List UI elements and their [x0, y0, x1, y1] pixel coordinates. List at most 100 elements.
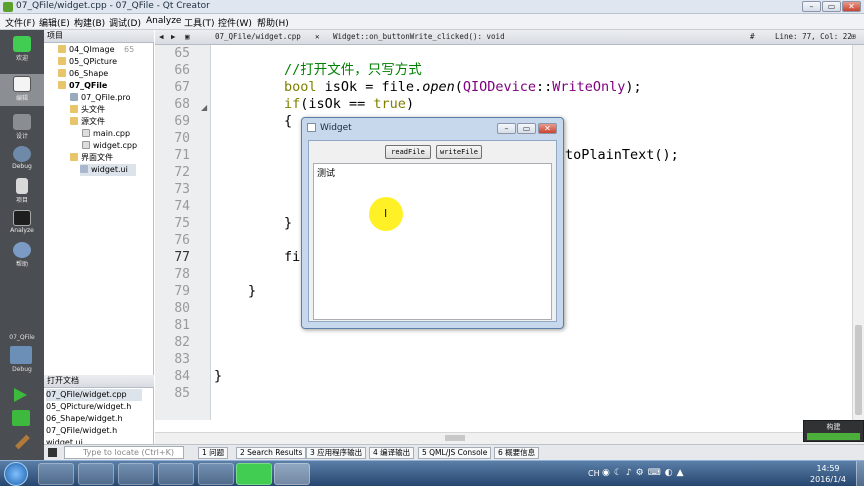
tree-item[interactable]: main.cpp [82, 128, 130, 140]
tree-item[interactable]: 07_QFile.pro [70, 92, 131, 104]
nav-forward-icon[interactable]: ▶ [171, 32, 176, 41]
file-icon: ▣ [185, 32, 190, 41]
open-document-item[interactable]: 05_QPicture/widget.h [46, 401, 131, 413]
nav-back-icon[interactable]: ◀ [159, 32, 164, 41]
fold-marker-icon[interactable]: ◢ [201, 103, 207, 112]
code-line: } [284, 215, 293, 231]
close-button[interactable]: ✕ [842, 1, 861, 12]
open-documents-title: 打开文档 [47, 376, 79, 385]
widget-app-window[interactable]: Widget – ▭ ✕ readFile writeFile 测试 [301, 117, 564, 329]
kit-selector-icon[interactable] [10, 346, 32, 364]
menu-build[interactable]: 构建(B) [74, 16, 105, 29]
mode-edit-label: 编辑 [15, 95, 28, 102]
mode-debug[interactable]: Debug [0, 144, 44, 176]
open-document-item[interactable]: 07_QFile/widget.h [46, 425, 117, 437]
symbol-combo[interactable]: Widget::on_buttonWrite_clicked(): void [333, 32, 505, 41]
kit-project-label: 07_QFile [9, 334, 35, 341]
taskbar-notepad-icon[interactable] [158, 463, 194, 485]
mode-welcome[interactable]: 欢迎 [0, 34, 44, 66]
tree-item[interactable]: widget.ui [80, 164, 136, 176]
line-number: 72 [174, 165, 190, 180]
text-edit[interactable]: 测试 [313, 163, 552, 320]
tree-item[interactable]: 05_QPicture [58, 56, 117, 68]
widget-close-button[interactable]: ✕ [538, 123, 557, 134]
run-icon[interactable] [14, 388, 27, 402]
minimize-button[interactable]: – [802, 1, 821, 12]
code-line: if(isOk == true) [284, 96, 415, 112]
output-tab-qml-console[interactable]: 5 QML/JS Console [418, 447, 492, 459]
window-titlebar[interactable]: 07_QFile/widget.cpp - 07_QFile - Qt Crea… [0, 0, 864, 14]
help-icon [13, 242, 31, 258]
output-tab-compile-output[interactable]: 4 编译输出 [369, 447, 415, 459]
menu-debug[interactable]: 调试(D) [109, 16, 141, 29]
project-panel-header: 项目 [44, 30, 154, 43]
mode-projects-label: 项目 [15, 197, 28, 204]
editor-horizontal-scrollbar[interactable] [155, 432, 864, 444]
locator-input[interactable]: Type to locate (Ctrl+K) [64, 446, 184, 459]
output-tab-app-output[interactable]: 3 应用程序输出 [306, 447, 367, 459]
tray-icons[interactable]: ◉☾♪⚙⌨◐▲ [602, 468, 722, 480]
scrollbar-thumb[interactable] [445, 435, 465, 441]
toggle-sidebar-icon[interactable] [48, 448, 57, 457]
menu-controls[interactable]: 控件(W) [218, 16, 252, 29]
current-file-combo[interactable]: 07_QFile/widget.cpp [215, 32, 301, 41]
tree-item[interactable]: 头文件 [70, 104, 105, 116]
window-title: 07_QFile/widget.cpp - 07_QFile - Qt Crea… [16, 1, 210, 11]
menu-edit[interactable]: 编辑(E) [39, 16, 70, 29]
output-tab-search-results[interactable]: 2 Search Results [236, 447, 307, 459]
open-document-item[interactable]: 06_Shape/widget.h [46, 413, 123, 425]
open-document-item[interactable]: 07_QFile/widget.cpp [46, 389, 142, 401]
menu-tools[interactable]: 工具(T) [184, 16, 215, 29]
pro-file-icon [70, 93, 78, 101]
menu-file[interactable]: 文件(F) [5, 16, 35, 29]
text-cursor-icon: I [384, 207, 388, 220]
tree-item[interactable]: 源文件 [70, 116, 105, 128]
ui-file-icon [80, 165, 88, 173]
debug-run-icon[interactable] [12, 410, 30, 426]
show-desktop-button[interactable] [856, 461, 864, 486]
write-file-button[interactable]: writeFile [436, 145, 482, 159]
clock-date[interactable]: 2016/1/4 [804, 475, 852, 484]
encoding-indicator: # [750, 32, 755, 41]
split-editor-icon[interactable]: ⊞ [851, 32, 856, 41]
tree-item[interactable]: 06_Shape [58, 68, 108, 80]
mode-design[interactable]: 设计 [0, 112, 44, 144]
start-button-icon[interactable] [4, 462, 28, 486]
taskbar-qt-creator-icon[interactable] [236, 463, 272, 485]
line-number: 83 [174, 352, 190, 367]
maximize-button[interactable]: ▭ [822, 1, 841, 12]
tree-item[interactable]: 界面文件 [70, 152, 113, 164]
taskbar-folder-icon[interactable] [78, 463, 114, 485]
clock-time[interactable]: 14:59 [808, 464, 848, 473]
line-number: 73 [174, 182, 190, 197]
menu-help[interactable]: 帮助(H) [257, 16, 289, 29]
scrollbar-thumb[interactable] [855, 325, 862, 415]
widget-minimize-button[interactable]: – [497, 123, 516, 134]
tree-item[interactable]: widget.cpp [82, 140, 137, 152]
widget-maximize-button[interactable]: ▭ [517, 123, 536, 134]
mode-help[interactable]: 帮助 [0, 240, 44, 272]
menu-analyze[interactable]: Analyze [146, 16, 181, 26]
folder-icon [70, 117, 78, 125]
line-number: 74 [174, 199, 190, 214]
mouse-cursor-highlight: I [369, 197, 403, 231]
mode-edit[interactable]: 编辑 [0, 74, 44, 106]
output-tab-issues[interactable]: 1 问题 [198, 447, 229, 459]
mode-analyze[interactable]: Analyze [0, 208, 44, 240]
read-file-button[interactable]: readFile [385, 145, 431, 159]
tree-item[interactable]: 04_QImage [58, 44, 115, 56]
menu-bar: 文件(F) 编辑(E) 构建(B) 调试(D) Analyze 工具(T) 控件… [0, 14, 864, 30]
tray-language[interactable]: CH [588, 469, 600, 478]
mode-projects[interactable]: 项目 [0, 176, 44, 208]
taskbar-widget-icon[interactable] [274, 463, 310, 485]
taskbar-network-icon[interactable] [198, 463, 234, 485]
code-line: toPlainText(); [565, 147, 679, 163]
output-tab-general-messages[interactable]: 6 概要信息 [494, 447, 540, 459]
line-number: 65 [174, 46, 190, 61]
tree-item[interactable]: 07_QFile [58, 80, 107, 92]
taskbar-explorer-icon[interactable] [38, 463, 74, 485]
editor-vertical-scrollbar[interactable] [852, 45, 864, 420]
hammer-build-icon[interactable] [15, 434, 30, 450]
close-file-icon[interactable]: ✕ [315, 32, 320, 41]
taskbar-app-icon[interactable] [118, 463, 154, 485]
